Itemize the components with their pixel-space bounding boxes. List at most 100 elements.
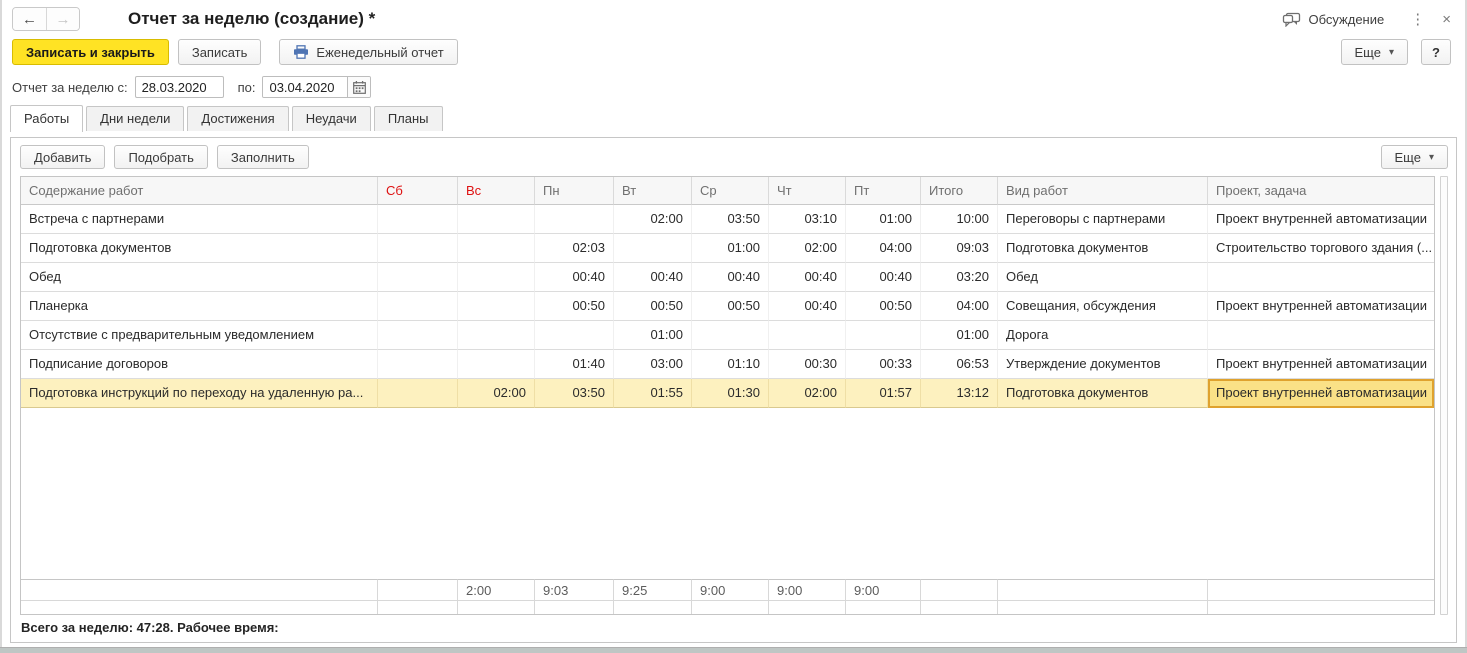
cell-total[interactable]: 09:03	[921, 234, 998, 263]
cell-mon[interactable]	[535, 205, 614, 234]
cell-tue[interactable]: 01:00	[614, 321, 692, 350]
grid-more-button[interactable]: Еще ▾	[1380, 145, 1448, 169]
cell-sat[interactable]	[378, 263, 458, 292]
cell-project[interactable]	[1208, 263, 1434, 292]
cell-content[interactable]: Подписание договоров	[21, 350, 378, 379]
calendar-button[interactable]	[347, 77, 371, 97]
cell-sun[interactable]: 02:00	[458, 379, 535, 408]
save-button[interactable]: Записать	[177, 39, 262, 65]
cell-total[interactable]: 06:53	[921, 350, 998, 379]
cell-tue[interactable]	[614, 234, 692, 263]
close-button[interactable]: ×	[1442, 11, 1451, 28]
cell-sat[interactable]	[378, 292, 458, 321]
cell-content[interactable]: Обед	[21, 263, 378, 292]
cell-mon[interactable]: 00:40	[535, 263, 614, 292]
cell-project[interactable]: Проект внутренней автоматизации	[1208, 205, 1434, 234]
help-button[interactable]: ?	[1421, 39, 1451, 65]
cell-thu[interactable]: 00:40	[769, 292, 846, 321]
tab-failures[interactable]: Неудачи	[291, 106, 371, 131]
cell-fri[interactable]: 00:50	[846, 292, 921, 321]
cell-fri[interactable]: 01:00	[846, 205, 921, 234]
cell-project[interactable]: Строительство торгового здания (...	[1208, 234, 1434, 263]
cell-sat[interactable]	[378, 379, 458, 408]
cell-wed[interactable]: 03:50	[692, 205, 769, 234]
cell-work-type[interactable]: Подготовка документов	[998, 234, 1208, 263]
table-row[interactable]: Планерка 00:50 00:50 00:50 00:40 00:50 0…	[21, 292, 1434, 321]
forward-button[interactable]: →	[46, 8, 79, 30]
table-row[interactable]: Встреча с партнерами 02:00 03:50 03:10 0…	[21, 205, 1434, 234]
cell-thu[interactable]	[769, 321, 846, 350]
cell-total[interactable]: 10:00	[921, 205, 998, 234]
cell-sat[interactable]	[378, 350, 458, 379]
add-button[interactable]: Добавить	[20, 145, 106, 169]
cell-fri[interactable]	[846, 321, 921, 350]
cell-thu[interactable]: 03:10	[769, 205, 846, 234]
cell-tue[interactable]: 03:00	[614, 350, 692, 379]
cell-fri[interactable]: 01:57	[846, 379, 921, 408]
cell-work-type[interactable]: Обед	[998, 263, 1208, 292]
cell-content[interactable]: Встреча с партнерами	[21, 205, 378, 234]
cell-thu[interactable]: 00:40	[769, 263, 846, 292]
cell-project[interactable]: Проект внутренней автоматизации	[1208, 350, 1434, 379]
cell-sat[interactable]	[378, 234, 458, 263]
cell-project-selected[interactable]: Проект внутренней автоматизации	[1208, 379, 1434, 408]
table-row[interactable]: Подписание договоров 01:40 03:00 01:10 0…	[21, 350, 1434, 379]
cell-total[interactable]: 01:00	[921, 321, 998, 350]
cell-content[interactable]: Планерка	[21, 292, 378, 321]
tab-plans[interactable]: Планы	[373, 106, 443, 131]
cell-content[interactable]: Отсутствие с предварительным уведомление…	[21, 321, 378, 350]
cell-sat[interactable]	[378, 321, 458, 350]
cell-work-type[interactable]: Подготовка документов	[998, 379, 1208, 408]
period-from-input[interactable]	[134, 76, 224, 98]
form-more-button[interactable]: Еще ▾	[1340, 39, 1408, 65]
cell-sun[interactable]	[458, 263, 535, 292]
cell-total[interactable]: 03:20	[921, 263, 998, 292]
cell-wed[interactable]	[692, 321, 769, 350]
period-to-input[interactable]	[263, 77, 348, 97]
cell-sun[interactable]	[458, 321, 535, 350]
cell-work-type[interactable]: Переговоры с партнерами	[998, 205, 1208, 234]
cell-wed[interactable]: 01:30	[692, 379, 769, 408]
cell-work-type[interactable]: Утверждение документов	[998, 350, 1208, 379]
back-button[interactable]: ←	[13, 8, 46, 30]
cell-thu[interactable]: 02:00	[769, 379, 846, 408]
kebab-menu-button[interactable]: ⋮	[1410, 10, 1425, 28]
cell-project[interactable]: Проект внутренней автоматизации	[1208, 292, 1434, 321]
cell-mon[interactable]: 03:50	[535, 379, 614, 408]
vertical-scrollbar[interactable]	[1440, 176, 1448, 615]
cell-wed[interactable]: 00:40	[692, 263, 769, 292]
weekly-report-button[interactable]: Еженедельный отчет	[279, 39, 458, 65]
cell-total[interactable]: 13:12	[921, 379, 998, 408]
cell-wed[interactable]: 01:10	[692, 350, 769, 379]
cell-sun[interactable]	[458, 205, 535, 234]
cell-work-type[interactable]: Совещания, обсуждения	[998, 292, 1208, 321]
cell-thu[interactable]: 02:00	[769, 234, 846, 263]
tab-works[interactable]: Работы	[10, 105, 84, 132]
tab-weekdays[interactable]: Дни недели	[86, 106, 185, 131]
cell-fri[interactable]: 04:00	[846, 234, 921, 263]
table-row[interactable]: Подготовка документов 02:03 01:00 02:00 …	[21, 234, 1434, 263]
cell-sun[interactable]	[458, 350, 535, 379]
cell-wed[interactable]: 01:00	[692, 234, 769, 263]
cell-sun[interactable]	[458, 234, 535, 263]
fill-button[interactable]: Заполнить	[216, 145, 309, 169]
cell-tue[interactable]: 00:50	[614, 292, 692, 321]
cell-work-type[interactable]: Дорога	[998, 321, 1208, 350]
cell-total[interactable]: 04:00	[921, 292, 998, 321]
discussion-button[interactable]: Обсуждение	[1282, 12, 1384, 27]
table-row[interactable]: Отсутствие с предварительным уведомление…	[21, 321, 1434, 350]
cell-project[interactable]	[1208, 321, 1434, 350]
cell-fri[interactable]: 00:40	[846, 263, 921, 292]
cell-thu[interactable]: 00:30	[769, 350, 846, 379]
cell-mon[interactable]	[535, 321, 614, 350]
cell-content[interactable]: Подготовка документов	[21, 234, 378, 263]
cell-sun[interactable]	[458, 292, 535, 321]
cell-wed[interactable]: 00:50	[692, 292, 769, 321]
cell-mon[interactable]: 01:40	[535, 350, 614, 379]
table-row-selected[interactable]: Подготовка инструкций по переходу на уда…	[21, 379, 1434, 408]
cell-sat[interactable]	[378, 205, 458, 234]
tab-achievements[interactable]: Достижения	[187, 106, 289, 131]
cell-content[interactable]: Подготовка инструкций по переходу на уда…	[21, 379, 378, 408]
cell-tue[interactable]: 00:40	[614, 263, 692, 292]
table-row[interactable]: Обед 00:40 00:40 00:40 00:40 00:40 03:20…	[21, 263, 1434, 292]
